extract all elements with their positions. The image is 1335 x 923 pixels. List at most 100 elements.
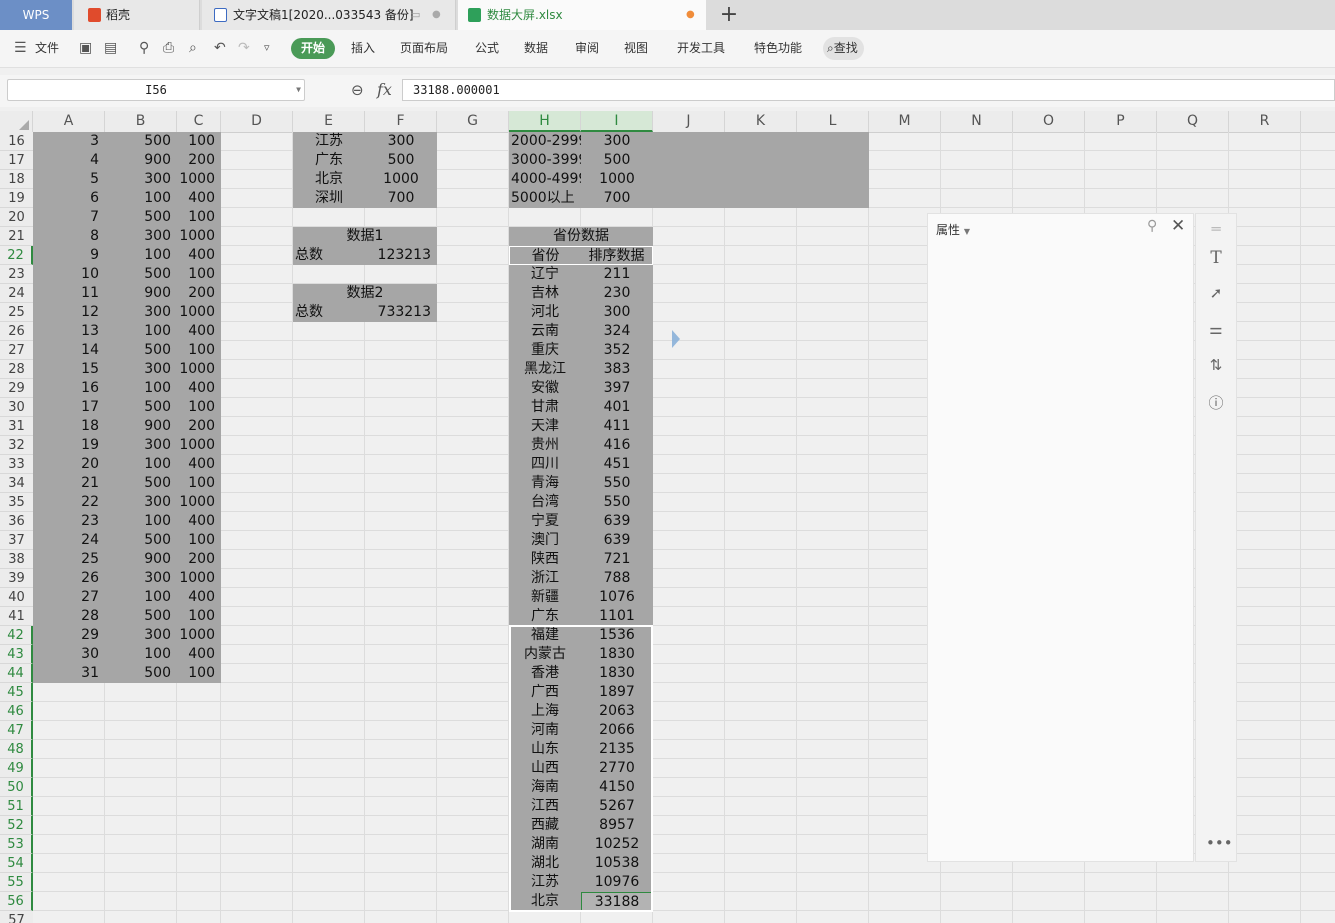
- cell-a17[interactable]: 4: [33, 151, 105, 170]
- cell-a25[interactable]: 12: [33, 303, 105, 322]
- cell-b24[interactable]: 900: [105, 284, 177, 303]
- province-value-33[interactable]: 451: [581, 455, 653, 474]
- province-value-49[interactable]: 2770: [581, 759, 653, 778]
- cell-a28[interactable]: 15: [33, 360, 105, 379]
- province-value-40[interactable]: 1076: [581, 588, 653, 607]
- column-header-j[interactable]: J: [653, 111, 725, 132]
- cell-i19[interactable]: 700: [581, 189, 653, 208]
- menu-home[interactable]: 开始: [291, 38, 336, 59]
- cell-h17[interactable]: 3000-3999: [509, 151, 587, 170]
- cell-b33[interactable]: 100: [105, 455, 177, 474]
- province-value-41[interactable]: 1101: [581, 607, 653, 626]
- panel-title[interactable]: 属性 ▼: [936, 221, 970, 238]
- row-header-31[interactable]: 31: [0, 417, 33, 436]
- column-header-q[interactable]: Q: [1157, 111, 1229, 132]
- row-header-21[interactable]: 21: [0, 227, 33, 246]
- province-name-50[interactable]: 海南: [509, 778, 581, 797]
- province-name-45[interactable]: 广西: [509, 683, 581, 702]
- row-header-40[interactable]: 40: [0, 588, 33, 607]
- cell-b22[interactable]: 100: [105, 246, 177, 265]
- cell-jkl16[interactable]: [653, 132, 869, 151]
- chevron-down-icon[interactable]: ▼: [296, 80, 301, 100]
- cell-c26[interactable]: 400: [177, 322, 221, 341]
- province-name-41[interactable]: 广东: [509, 607, 581, 626]
- cell-a33[interactable]: 20: [33, 455, 105, 474]
- row-header-37[interactable]: 37: [0, 531, 33, 550]
- cell-c21[interactable]: 1000: [177, 227, 221, 246]
- column-header-i[interactable]: I: [581, 111, 653, 132]
- cell-b39[interactable]: 300: [105, 569, 177, 588]
- cell-c36[interactable]: 400: [177, 512, 221, 531]
- cell-a44[interactable]: 31: [33, 664, 105, 683]
- row-header-49[interactable]: 49: [0, 759, 33, 778]
- formula-input[interactable]: 33188.000001: [402, 79, 1335, 101]
- row-header-43[interactable]: 43: [0, 645, 33, 664]
- tab-wps-home[interactable]: WPS: [0, 0, 72, 30]
- menu-formula[interactable]: 公式: [475, 30, 499, 67]
- cell-e19[interactable]: 深圳: [293, 189, 365, 208]
- cell-c29[interactable]: 400: [177, 379, 221, 398]
- province-value-53[interactable]: 10252: [581, 835, 653, 854]
- cell-f16[interactable]: 300: [365, 132, 437, 151]
- province-value-55[interactable]: 10976: [581, 873, 653, 892]
- cell-c34[interactable]: 100: [177, 474, 221, 493]
- cell-b34[interactable]: 500: [105, 474, 177, 493]
- cell-h16[interactable]: 2000-2999: [509, 132, 587, 151]
- undo-icon[interactable]: ↶: [214, 40, 226, 56]
- province-name-28[interactable]: 黑龙江: [509, 360, 581, 379]
- cell-a37[interactable]: 24: [33, 531, 105, 550]
- tab-daoke[interactable]: 稻壳: [74, 0, 200, 30]
- cell-f18[interactable]: 1000: [365, 170, 437, 189]
- row-header-50[interactable]: 50: [0, 778, 33, 797]
- cell-e16[interactable]: 江苏: [293, 132, 365, 151]
- cell-a43[interactable]: 30: [33, 645, 105, 664]
- province-name-46[interactable]: 上海: [509, 702, 581, 721]
- data1-label[interactable]: 总数: [293, 246, 365, 265]
- active-cell-i56[interactable]: 33188: [581, 892, 653, 911]
- row-header-28[interactable]: 28: [0, 360, 33, 379]
- cell-b21[interactable]: 300: [105, 227, 177, 246]
- province-name-32[interactable]: 贵州: [509, 436, 581, 455]
- row-header-57[interactable]: 57: [0, 911, 33, 923]
- province-name-48[interactable]: 山东: [509, 740, 581, 759]
- column-header-d[interactable]: D: [221, 111, 293, 132]
- new-tab-button[interactable]: +: [708, 0, 750, 30]
- row-header-16[interactable]: 16: [0, 132, 33, 151]
- province-value-47[interactable]: 2066: [581, 721, 653, 740]
- close-icon[interactable]: ✕: [1171, 216, 1185, 236]
- cell-b36[interactable]: 100: [105, 512, 177, 531]
- column-header-r[interactable]: R: [1229, 111, 1301, 132]
- province-name-39[interactable]: 浙江: [509, 569, 581, 588]
- cell-a18[interactable]: 5: [33, 170, 105, 189]
- cell-b26[interactable]: 100: [105, 322, 177, 341]
- province-name-27[interactable]: 重庆: [509, 341, 581, 360]
- column-header-e[interactable]: E: [293, 111, 365, 132]
- province-name-26[interactable]: 云南: [509, 322, 581, 341]
- cell-b40[interactable]: 100: [105, 588, 177, 607]
- menu-data[interactable]: 数据: [524, 30, 548, 67]
- row-header-34[interactable]: 34: [0, 474, 33, 493]
- row-header-44[interactable]: 44: [0, 664, 33, 683]
- insert-function-icon[interactable]: fx: [377, 80, 392, 99]
- province-value-46[interactable]: 2063: [581, 702, 653, 721]
- cell-b42[interactable]: 300: [105, 626, 177, 645]
- cell-b30[interactable]: 500: [105, 398, 177, 417]
- province-value-43[interactable]: 1830: [581, 645, 653, 664]
- row-header-45[interactable]: 45: [0, 683, 33, 702]
- column-header-b[interactable]: B: [105, 111, 177, 132]
- cell-c22[interactable]: 400: [177, 246, 221, 265]
- cell-c37[interactable]: 100: [177, 531, 221, 550]
- name-box[interactable]: I56 ▼: [7, 79, 305, 101]
- cell-jkl19[interactable]: [653, 189, 869, 208]
- province-name-43[interactable]: 内蒙古: [509, 645, 581, 664]
- row-header-48[interactable]: 48: [0, 740, 33, 759]
- province-title[interactable]: 省份数据: [509, 227, 653, 246]
- cell-c20[interactable]: 100: [177, 208, 221, 227]
- cell-a30[interactable]: 17: [33, 398, 105, 417]
- row-header-51[interactable]: 51: [0, 797, 33, 816]
- column-header-k[interactable]: K: [725, 111, 797, 132]
- menu-view[interactable]: 视图: [624, 30, 648, 67]
- menu-insert[interactable]: 插入: [351, 30, 375, 67]
- cell-c18[interactable]: 1000: [177, 170, 221, 189]
- row-header-41[interactable]: 41: [0, 607, 33, 626]
